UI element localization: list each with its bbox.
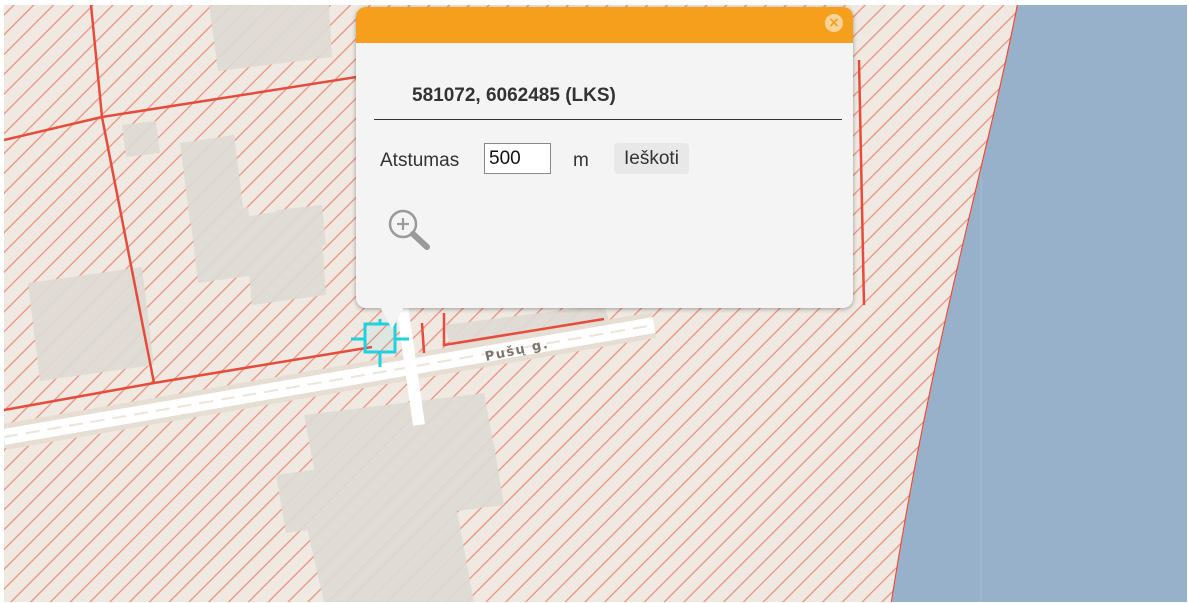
distance-unit: m bbox=[573, 150, 589, 171]
popup-pointer bbox=[380, 307, 404, 329]
distance-label: Atstumas bbox=[380, 150, 460, 171]
coordinates-text: 581072, 6062485 (LKS) bbox=[412, 85, 616, 106]
location-popup: × 581072, 6062485 (LKS) Atstumas m Ieško… bbox=[356, 7, 853, 329]
divider bbox=[374, 119, 842, 120]
distance-input[interactable] bbox=[484, 143, 551, 174]
close-icon[interactable]: × bbox=[825, 14, 843, 32]
search-button[interactable]: Ieškoti bbox=[614, 143, 689, 174]
popup-header: × bbox=[356, 7, 853, 43]
zoom-in-icon[interactable] bbox=[386, 207, 432, 253]
